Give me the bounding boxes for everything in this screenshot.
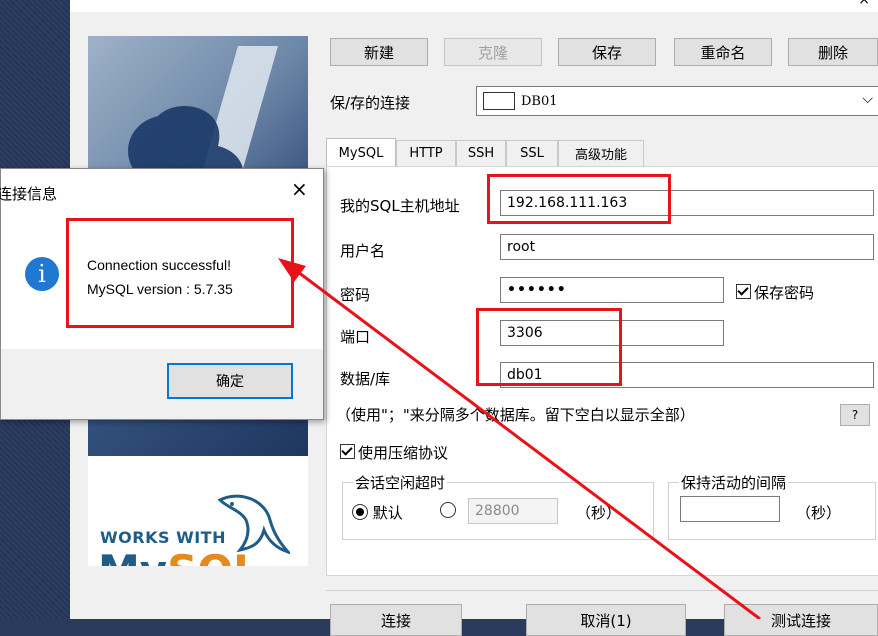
database-hint: （使用"；"来分隔多个数据库。留下空白以显示全部）	[336, 406, 695, 424]
cancel-button[interactable]: 取消(1)	[526, 604, 686, 636]
mysql-logo: WORKS WITH MySQL	[88, 456, 308, 566]
default-radio[interactable]: 默认	[352, 502, 403, 523]
host-label: 我的SQL主机地址	[340, 197, 460, 215]
password-label: 密码	[340, 286, 371, 304]
tab-ssl[interactable]: SSL	[506, 140, 558, 166]
connect-button[interactable]: 连接	[330, 604, 462, 636]
save-button[interactable]: 保存	[558, 38, 656, 66]
ok-button[interactable]: 确定	[167, 363, 293, 399]
close-icon[interactable]: ×	[858, 0, 870, 8]
selected-connection: DB01	[521, 93, 558, 109]
session-timeout-title: 会话空闲超时	[353, 472, 448, 493]
keepalive-title: 保持活动的间隔	[679, 472, 789, 493]
save-password-checkbox[interactable]: 保存密码	[736, 282, 814, 303]
mysql-wordmark: MySQL	[98, 550, 260, 567]
port-db-highlight-box	[476, 308, 622, 386]
tab-ssh[interactable]: SSH	[456, 140, 506, 166]
user-label: 用户名	[340, 242, 386, 260]
keepalive-input[interactable]	[680, 496, 780, 522]
close-icon[interactable]: ×	[291, 177, 308, 201]
user-input[interactable]: root	[500, 234, 874, 260]
delete-button[interactable]: 删除	[788, 38, 878, 66]
saved-connections-select[interactable]: DB01 ⌵	[476, 86, 878, 116]
checkbox-checked-icon[interactable]	[340, 444, 355, 459]
keepalive-unit: （秒）	[796, 504, 842, 522]
test-connection-button[interactable]: 测试连接	[724, 604, 878, 636]
timeout-input[interactable]: 28800	[468, 498, 558, 524]
rename-button[interactable]: 重命名	[674, 38, 772, 66]
works-with-text: WORKS WITH	[100, 528, 226, 547]
new-button[interactable]: 新建	[330, 38, 428, 66]
checkbox-checked-icon[interactable]	[736, 284, 751, 299]
timeout-unit: （秒）	[576, 504, 622, 522]
database-label: 数据/库	[340, 370, 391, 388]
password-input[interactable]: ••••••	[500, 277, 724, 303]
tab-http[interactable]: HTTP	[396, 140, 456, 166]
clone-button[interactable]: 克隆	[444, 38, 542, 66]
saved-connections-label: 保/存的连接	[330, 94, 411, 112]
dialog-title: 连接信息	[0, 185, 58, 203]
title-bar: ×	[70, 0, 878, 12]
help-button[interactable]: ?	[840, 404, 870, 426]
host-highlight-box	[487, 174, 671, 224]
radio-unselected-icon[interactable]	[440, 502, 456, 518]
chevron-down-icon: ⌵	[862, 91, 873, 107]
connection-color-swatch	[483, 92, 515, 110]
custom-timeout-radio[interactable]	[440, 502, 456, 520]
radio-selected-icon[interactable]	[352, 504, 368, 520]
info-icon: i	[25, 257, 59, 291]
tab-mysql[interactable]: MySQL	[326, 138, 396, 168]
tab-advanced[interactable]: 高级功能	[558, 140, 644, 166]
compression-checkbox[interactable]: 使用压缩协议	[340, 442, 448, 463]
message-highlight-box	[66, 218, 294, 328]
bottom-separator	[326, 590, 878, 591]
port-label: 端口	[340, 328, 371, 346]
